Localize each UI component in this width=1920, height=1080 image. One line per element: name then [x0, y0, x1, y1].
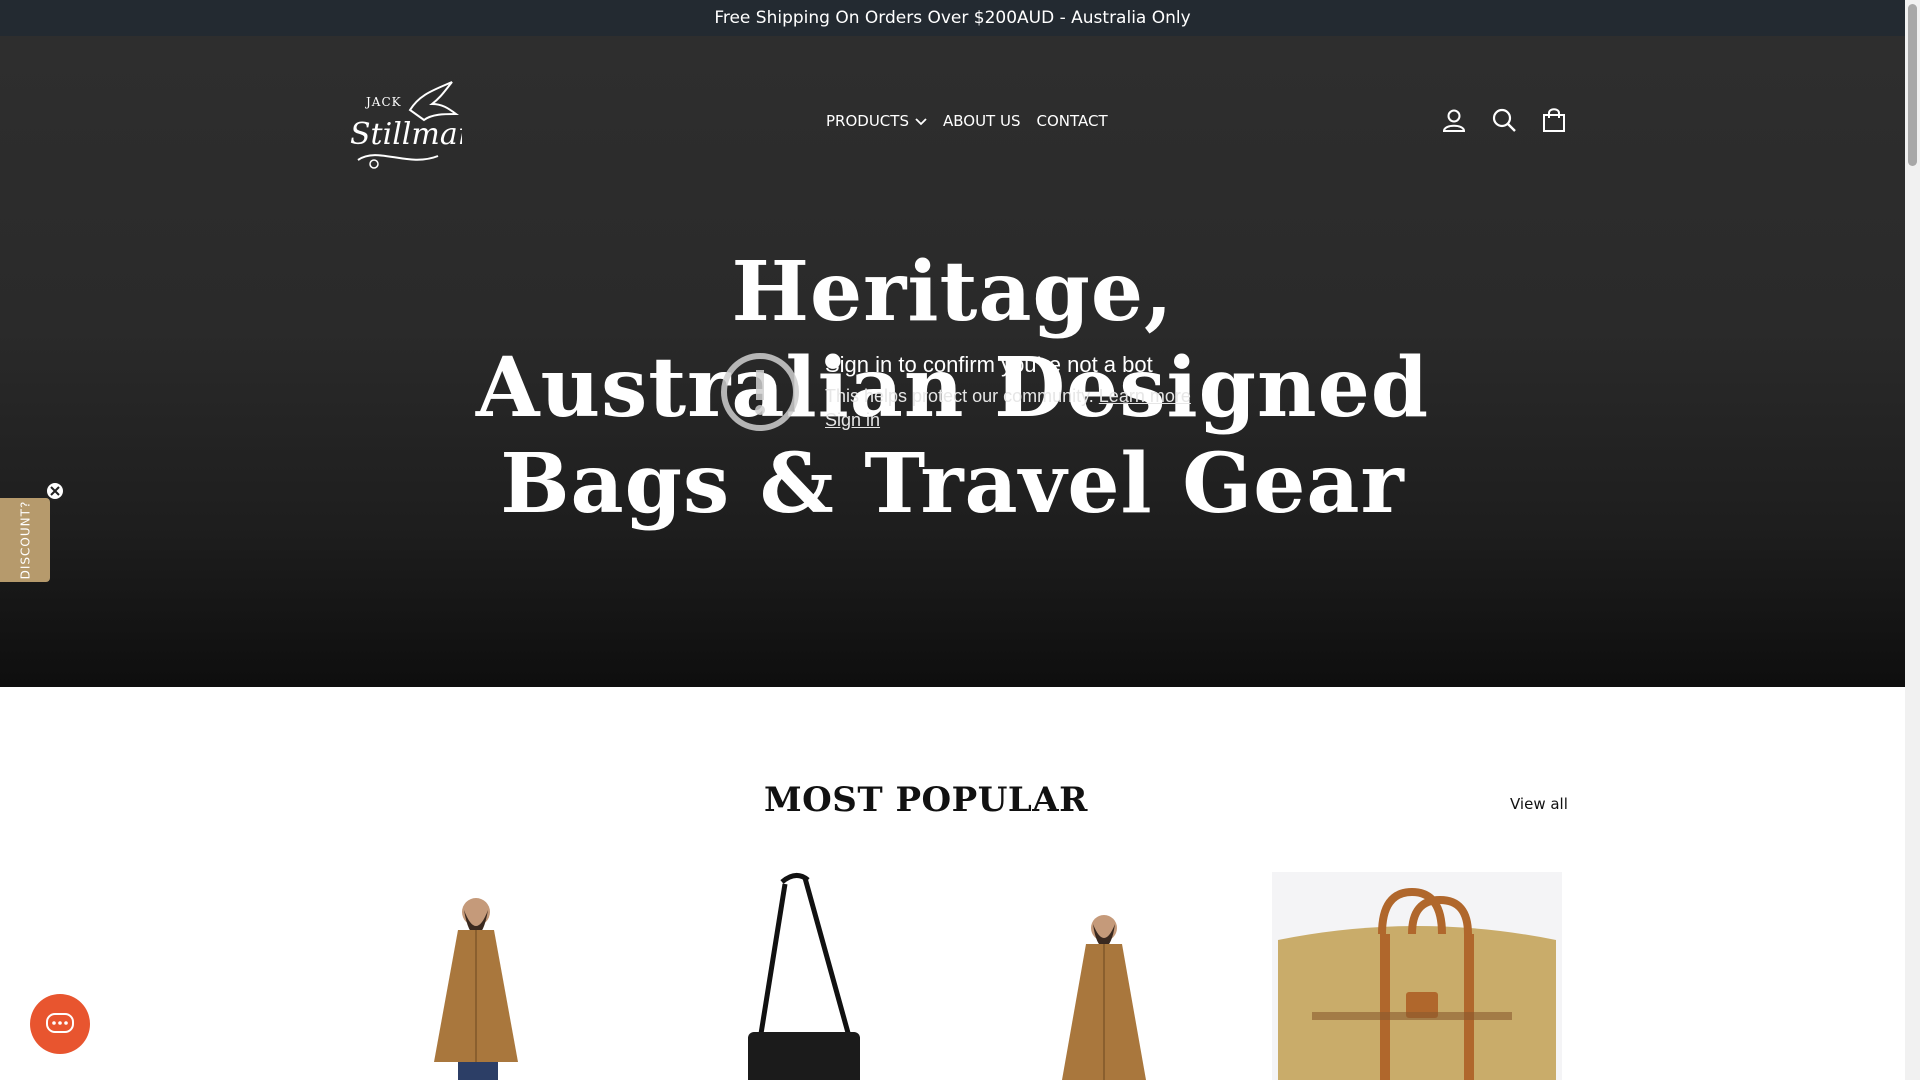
account-button[interactable] [1440, 106, 1468, 134]
hero-title-line-3: Bags & Travel Gear [500, 436, 1405, 532]
header-icons [1440, 72, 1568, 168]
discount-tab[interactable]: DISCOUNT? [0, 498, 50, 582]
nav-contact[interactable]: CONTACT [1036, 112, 1107, 130]
poncho-product-image [434, 898, 518, 1080]
hero-section: JACK Stillman PRODUCTS ABOUT US CONTACT [0, 36, 1905, 687]
duffle-bag-product-image [1272, 872, 1562, 1080]
account-icon [1442, 109, 1466, 132]
discount-close-button[interactable] [45, 481, 65, 501]
cart-button[interactable] [1540, 106, 1568, 134]
bot-check-title: Sign in to confirm you’re not a bot [825, 352, 1153, 377]
chevron-down-icon [915, 118, 927, 126]
product-card-1[interactable] [400, 872, 560, 1080]
chat-icon [46, 1013, 74, 1033]
scrollbar-thumb[interactable] [1908, 4, 1917, 166]
chat-button[interactable] [30, 994, 90, 1054]
nav-products[interactable]: PRODUCTS [826, 112, 927, 130]
nav-about-us[interactable]: ABOUT US [943, 112, 1021, 130]
crossbody-bag-product-image [748, 873, 860, 1080]
close-icon [50, 486, 60, 496]
product-card-4[interactable] [1272, 872, 1562, 1080]
product-card-2[interactable] [730, 872, 880, 1080]
view-all-link[interactable]: View all [1510, 795, 1568, 813]
bot-check-text: This helps protect our community. Learn … [825, 386, 1191, 407]
search-button[interactable] [1490, 106, 1518, 134]
svg-text:Stillman: Stillman [350, 117, 462, 152]
learn-more-link[interactable]: Learn more [1099, 386, 1191, 406]
site-logo[interactable]: JACK Stillman [348, 76, 477, 172]
bot-check-message: This helps protect our community. [825, 386, 1094, 406]
nav-contact-label: CONTACT [1036, 112, 1108, 130]
product-card-3[interactable] [1030, 872, 1180, 1080]
main-nav: PRODUCTS ABOUT US CONTACT [826, 76, 1108, 166]
bot-check-overlay: Sign in to confirm you’re not a bot This… [720, 320, 1220, 431]
search-icon [1492, 108, 1516, 132]
cart-bag-icon [1543, 108, 1565, 132]
poncho-product-image-2 [1062, 915, 1146, 1080]
most-popular-heading: MOST POPULAR [764, 780, 1088, 820]
discount-tab-label: DISCOUNT? [18, 500, 32, 580]
announcement-bar: Free Shipping On Orders Over $200AUD - A… [0, 0, 1905, 36]
page-scrollbar[interactable] [1905, 0, 1920, 1080]
sign-in-link[interactable]: Sign in [825, 410, 880, 431]
nav-about-label: ABOUT US [942, 112, 1021, 130]
svg-text:JACK: JACK [364, 95, 402, 109]
nav-products-label: PRODUCTS [826, 112, 909, 130]
warning-icon [721, 353, 799, 431]
announcement-text: Free Shipping On Orders Over $200AUD - A… [714, 8, 1191, 28]
